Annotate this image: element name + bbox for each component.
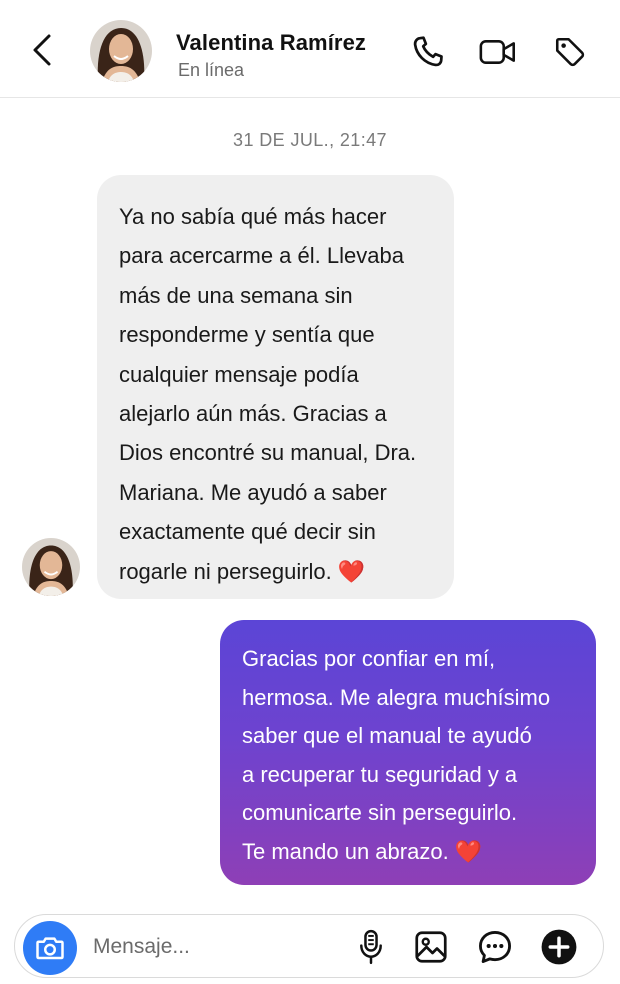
outgoing-message-bubble[interactable]: Gracias por confiar en mí, hermosa. Me a… bbox=[220, 620, 596, 885]
contact-name[interactable]: Valentina Ramírez bbox=[176, 30, 366, 56]
plus-icon bbox=[541, 929, 577, 965]
add-button[interactable] bbox=[539, 927, 579, 967]
message-composer bbox=[14, 914, 604, 978]
sender-avatar[interactable] bbox=[22, 538, 80, 596]
tag-icon bbox=[555, 37, 585, 67]
gallery-icon bbox=[415, 931, 447, 963]
message-timestamp: 31 DE JUL., 21:47 bbox=[233, 130, 387, 150]
tag-button[interactable] bbox=[548, 30, 592, 74]
contact-status: En línea bbox=[178, 60, 245, 80]
gallery-button[interactable] bbox=[411, 927, 451, 967]
voice-message-button[interactable] bbox=[351, 927, 391, 967]
video-camera-icon bbox=[479, 40, 515, 64]
chat-header: Valentina Ramírez En línea bbox=[0, 0, 620, 98]
contact-avatar[interactable] bbox=[90, 20, 152, 82]
microphone-icon bbox=[360, 929, 382, 965]
phone-icon bbox=[413, 36, 443, 67]
call-button[interactable] bbox=[406, 30, 450, 74]
message-input[interactable] bbox=[93, 933, 333, 961]
sticker-icon bbox=[479, 931, 511, 963]
incoming-message-bubble[interactable]: Ya no sabía qué más hacer para acercarme… bbox=[97, 175, 454, 599]
camera-icon bbox=[36, 937, 64, 960]
chevron-left-icon bbox=[33, 34, 51, 66]
sticker-button[interactable] bbox=[475, 927, 515, 967]
back-button[interactable] bbox=[24, 30, 60, 70]
camera-button[interactable] bbox=[23, 921, 77, 975]
video-call-button[interactable] bbox=[476, 30, 520, 74]
